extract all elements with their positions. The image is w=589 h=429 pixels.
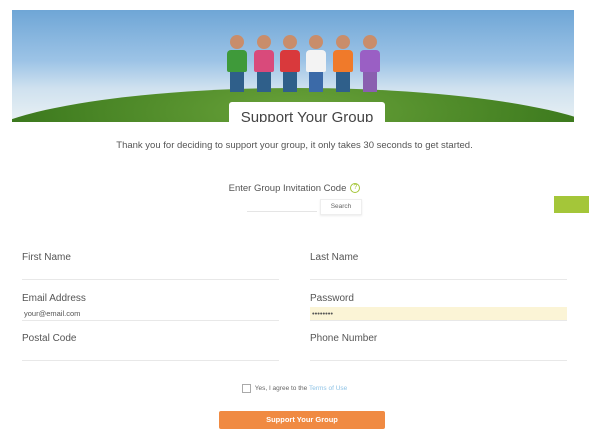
first-name-field: First Name — [22, 252, 279, 280]
child-figure — [254, 35, 274, 92]
support-your-group-button[interactable]: Support Your Group — [219, 411, 385, 429]
child-figure — [360, 35, 380, 92]
intro-text: Thank you for deciding to support your g… — [116, 140, 473, 151]
child-figure — [227, 35, 247, 92]
last-name-field: Last Name — [310, 252, 567, 280]
terms-agreement: Yes, I agree to the Terms of Use — [0, 384, 589, 393]
question-circle-icon[interactable]: ? — [350, 183, 361, 194]
agree-checkbox[interactable] — [241, 384, 251, 393]
postal-code-field: Postal Code — [22, 333, 279, 361]
child-figure — [333, 35, 353, 92]
child-figure — [306, 35, 326, 92]
invitation-code-label: Enter Group Invitation Code? — [0, 183, 589, 194]
agree-text: Yes, I agree to the — [254, 385, 308, 393]
last-name-input[interactable] — [310, 266, 567, 280]
first-name-input[interactable] — [22, 266, 279, 280]
phone-label: Phone Number — [310, 333, 378, 344]
terms-of-use-link[interactable]: Terms of Use — [309, 385, 347, 392]
child-figure — [280, 35, 300, 92]
email-label: Email Address — [22, 293, 86, 304]
postal-code-label: Postal Code — [22, 333, 77, 344]
phone-field: Phone Number — [310, 333, 567, 361]
email-field: Email Address — [22, 293, 279, 321]
password-field: Password — [310, 293, 567, 321]
phone-input[interactable] — [310, 347, 567, 361]
postal-code-input[interactable] — [22, 347, 279, 361]
page-title: Support Your Group — [229, 102, 385, 122]
last-name-label: Last Name — [310, 252, 359, 263]
first-name-label: First Name — [22, 252, 71, 263]
side-tab[interactable] — [554, 196, 589, 213]
invitation-code-input[interactable] — [247, 199, 317, 212]
invitation-code-label-text: Enter Group Invitation Code — [228, 183, 347, 194]
password-input[interactable] — [310, 307, 567, 321]
email-input[interactable] — [22, 307, 279, 321]
password-label: Password — [310, 293, 354, 304]
hero-banner: Support Your Group — [12, 10, 574, 122]
search-button[interactable]: Search — [320, 199, 362, 215]
